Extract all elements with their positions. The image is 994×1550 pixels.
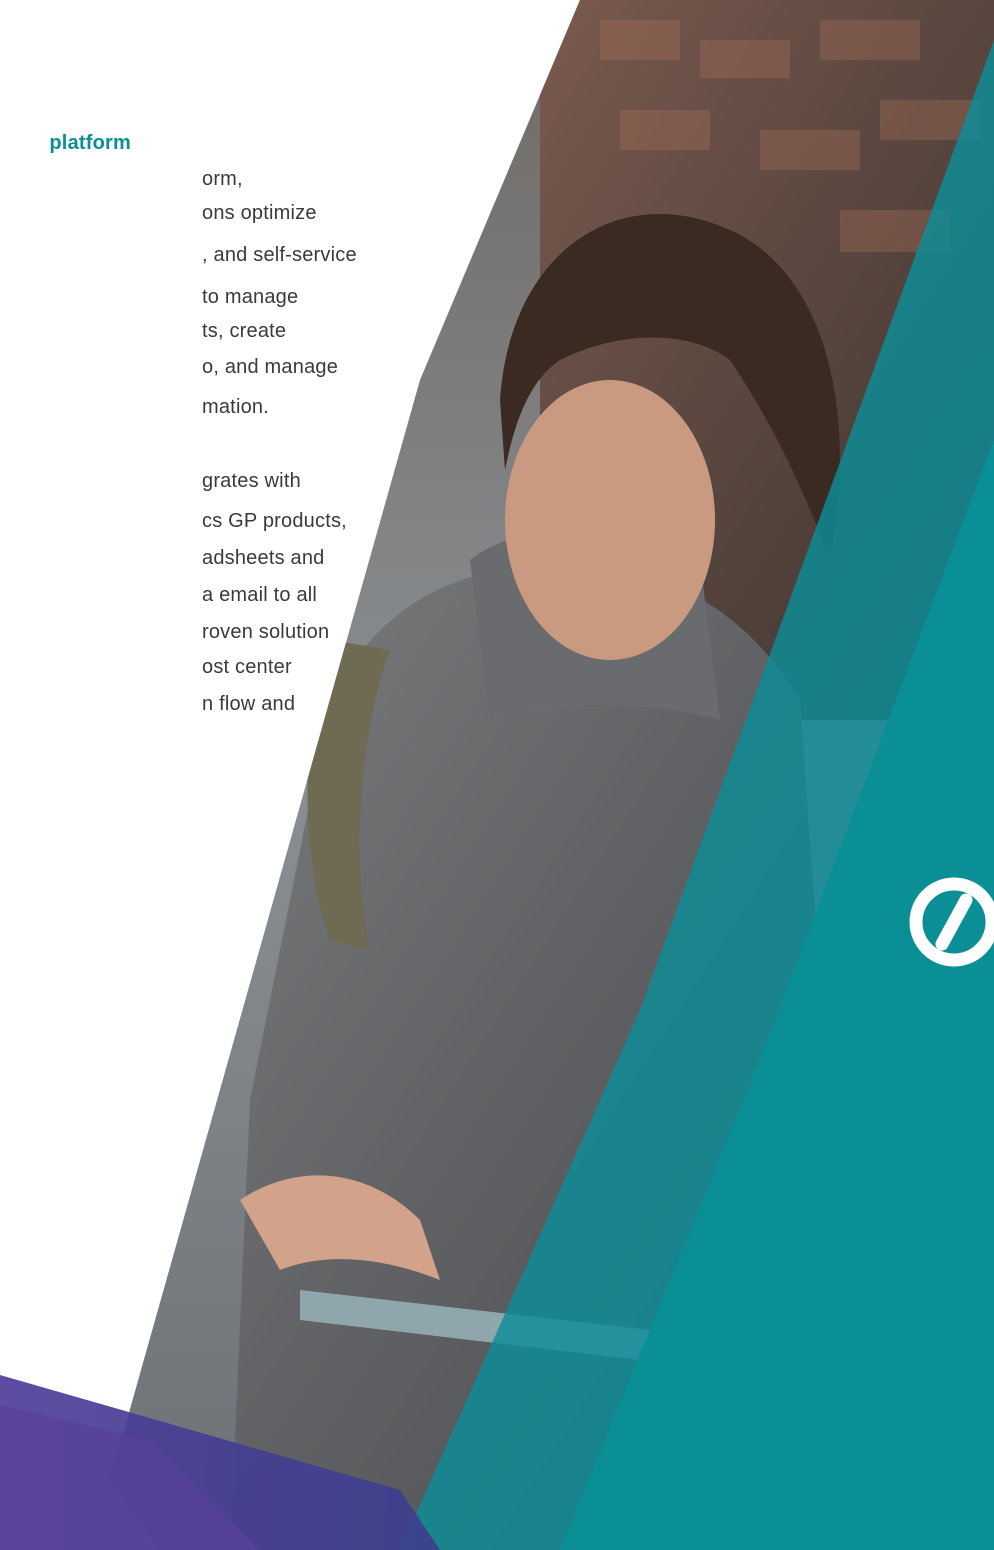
brochure-page: platform orm, ons optimize , and self-se… <box>0 0 994 1550</box>
photo-and-shapes <box>0 0 994 1550</box>
brand-e-logo-icon <box>909 877 994 967</box>
